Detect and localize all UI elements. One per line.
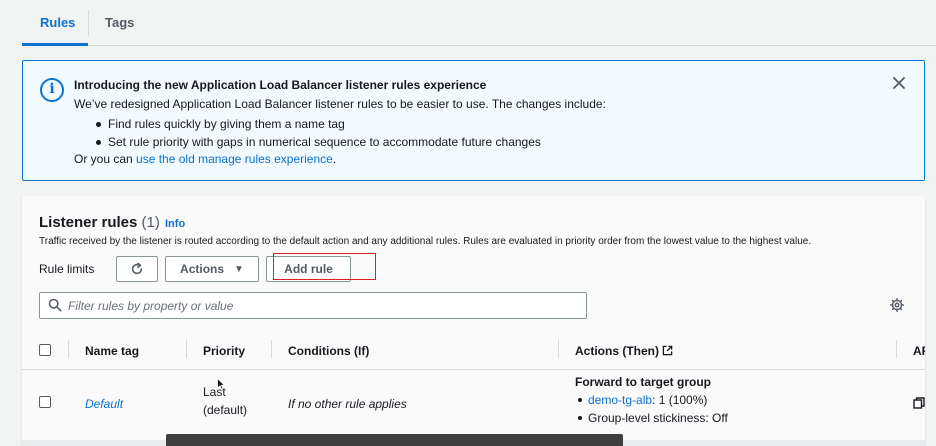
rule-conditions: If no other rule applies bbox=[288, 397, 407, 411]
tab-separator bbox=[88, 10, 89, 36]
column-separator bbox=[68, 340, 69, 358]
caret-down-icon: ▼ bbox=[234, 263, 244, 275]
column-header-actions[interactable]: Actions (Then) bbox=[575, 344, 673, 358]
banner-title: Introducing the new Application Load Bal… bbox=[74, 78, 487, 92]
rule-actions: Forward to target group demo-tg-alb: 1 (… bbox=[575, 373, 728, 427]
table-header: Name tag Priority Conditions (If) Action… bbox=[22, 330, 925, 370]
banner-bullet: Find rules quickly by giving them a name… bbox=[94, 115, 541, 133]
active-tab-indicator bbox=[22, 43, 88, 46]
gear-icon[interactable] bbox=[890, 298, 904, 312]
target-group-item: demo-tg-alb: 1 (100%) bbox=[575, 391, 728, 409]
rule-priority: Last (default) bbox=[203, 383, 247, 419]
select-all-checkbox[interactable] bbox=[39, 344, 51, 356]
stickiness-item: Group-level stickiness: Off bbox=[575, 409, 728, 427]
refresh-button[interactable] bbox=[116, 256, 158, 282]
column-header-name-tag[interactable]: Name tag bbox=[85, 344, 139, 358]
tab-bar: Rules Tags bbox=[22, 0, 936, 46]
external-link-icon bbox=[662, 345, 673, 356]
panel-title: Listener rules (1) bbox=[39, 214, 160, 231]
banner-footer-prefix: Or you can bbox=[74, 152, 137, 166]
column-separator bbox=[558, 340, 559, 358]
column-header-priority[interactable]: Priority bbox=[203, 344, 245, 358]
column-separator bbox=[896, 340, 897, 358]
column-separator bbox=[186, 340, 187, 358]
add-rule-button[interactable]: Add rule bbox=[266, 256, 351, 282]
filter-rules-input[interactable] bbox=[68, 296, 568, 315]
column-header-ar[interactable]: AR bbox=[913, 344, 925, 358]
column-separator bbox=[271, 340, 272, 358]
banner-bullet-list: Find rules quickly by giving them a name… bbox=[94, 115, 541, 151]
close-icon[interactable] bbox=[891, 75, 907, 91]
row-select-checkbox[interactable] bbox=[39, 396, 51, 408]
tab-rules[interactable]: Rules bbox=[40, 15, 75, 30]
actions-dropdown-button[interactable]: Actions ▼ bbox=[165, 256, 259, 282]
panel-description: Traffic received by the listener is rout… bbox=[39, 236, 812, 247]
table-row: Default Last (default) If no other rule … bbox=[22, 371, 925, 441]
caption-overlay bbox=[166, 434, 623, 446]
info-banner: i Introducing the new Application Load B… bbox=[22, 60, 925, 181]
banner-footer-suffix: . bbox=[332, 152, 337, 166]
panel-title-text: Listener rules bbox=[39, 214, 138, 231]
listener-rules-panel: Listener rules (1) Info Traffic received… bbox=[22, 196, 925, 446]
priority-note: (default) bbox=[203, 403, 248, 417]
search-icon bbox=[48, 298, 62, 312]
target-group-weight: : 1 (100%) bbox=[652, 393, 708, 407]
column-header-conditions[interactable]: Conditions (If) bbox=[288, 344, 369, 358]
banner-description: We’ve redesigned Application Load Balanc… bbox=[74, 97, 606, 111]
old-rules-experience-link[interactable]: use the old manage rules experience bbox=[136, 152, 333, 166]
column-header-actions-label: Actions (Then) bbox=[575, 344, 659, 358]
target-group-link[interactable]: demo-tg-alb bbox=[588, 393, 652, 407]
filter-rules-search bbox=[39, 292, 587, 319]
actions-label: Actions bbox=[180, 262, 225, 276]
add-rule-label: Add rule bbox=[284, 262, 333, 276]
action-details: demo-tg-alb: 1 (100%) Group-level sticki… bbox=[575, 391, 728, 427]
tab-tags[interactable]: Tags bbox=[105, 15, 134, 30]
refresh-icon bbox=[131, 262, 143, 275]
priority-value: Last bbox=[203, 385, 226, 399]
copy-icon[interactable] bbox=[913, 397, 925, 409]
banner-footer: Or you can use the old manage rules expe… bbox=[74, 152, 336, 166]
rule-count: (1) bbox=[141, 214, 160, 231]
action-title: Forward to target group bbox=[575, 375, 711, 389]
mouse-pointer-icon bbox=[217, 378, 225, 390]
rule-limits-label[interactable]: Rule limits bbox=[39, 262, 94, 276]
info-link[interactable]: Info bbox=[165, 218, 185, 230]
info-circle-icon: i bbox=[40, 78, 64, 102]
banner-bullet: Set rule priority with gaps in numerical… bbox=[94, 133, 541, 151]
rule-name-link[interactable]: Default bbox=[85, 397, 123, 411]
